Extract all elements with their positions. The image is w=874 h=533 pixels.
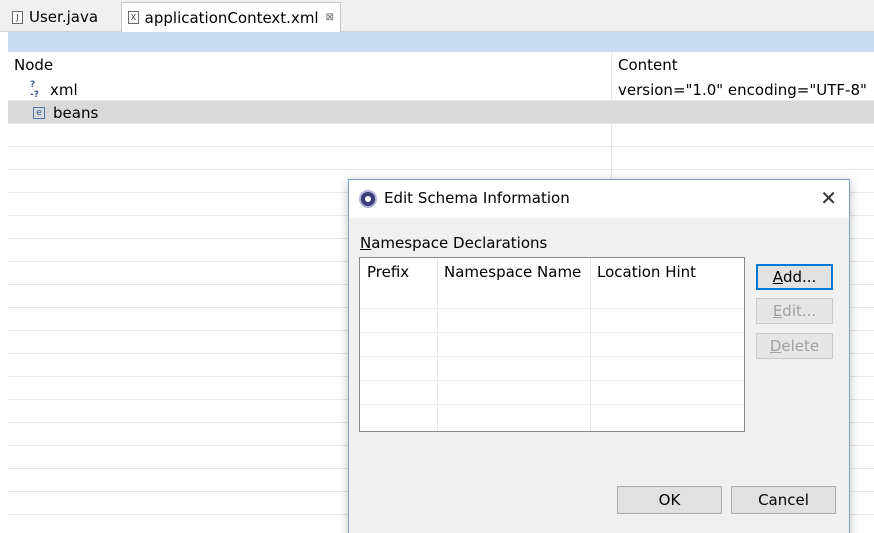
table-row-line — [360, 308, 744, 309]
mnemonic-char: D — [769, 337, 782, 355]
button-label: dd... — [782, 268, 817, 286]
tree-row-empty — [8, 147, 874, 170]
add-button[interactable]: Add... — [756, 264, 833, 290]
content-cell: version="1.0" encoding="UTF-8" — [618, 81, 867, 99]
close-tab-icon[interactable]: ⊠ — [326, 12, 334, 23]
java-file-icon: J — [12, 10, 23, 24]
mnemonic-char: E — [772, 302, 783, 320]
column-header-namespace-name[interactable]: Namespace Name — [444, 263, 581, 281]
tab-user-java[interactable]: J User.java — [6, 2, 118, 32]
column-header-node[interactable]: Node — [14, 56, 53, 74]
mnemonic-char: N — [360, 234, 372, 252]
cancel-button[interactable]: Cancel — [731, 486, 836, 514]
table-column-divider — [590, 258, 591, 431]
namespace-table[interactable]: Prefix Namespace Name Location Hint — [359, 257, 745, 432]
processing-instruction-icon: ?-? — [30, 80, 39, 100]
mnemonic-char: A — [772, 268, 783, 286]
editor-header-strip — [8, 32, 874, 52]
node-name: beans — [53, 104, 99, 122]
ok-button[interactable]: OK — [617, 486, 722, 514]
delete-button[interactable]: Delete — [756, 333, 833, 359]
element-icon: e — [33, 107, 45, 119]
dialog-title: Edit Schema Information — [384, 189, 570, 207]
close-icon[interactable]: ✕ — [820, 186, 837, 210]
edit-schema-information-dialog: Edit Schema Information ✕ Namespace Decl… — [348, 179, 850, 533]
table-row-line — [360, 380, 744, 381]
xml-file-icon: X — [128, 11, 139, 24]
tree-row-beans[interactable]: e beans — [8, 101, 874, 124]
editor-tab-bar: J User.java X applicationContext.xml ⊠ — [0, 0, 874, 32]
eclipse-icon — [359, 190, 377, 208]
node-cell: ?-? xml — [30, 79, 78, 101]
tree-row-empty — [8, 124, 874, 147]
edit-button[interactable]: Edit... — [756, 298, 833, 324]
column-header-prefix[interactable]: Prefix — [367, 263, 409, 281]
button-label: dit... — [782, 302, 817, 320]
node-cell: e beans — [30, 102, 98, 124]
node-name: xml — [50, 81, 78, 99]
tab-label: User.java — [29, 8, 99, 26]
table-row-line — [360, 332, 744, 333]
tree-row-xml[interactable]: ?-? xml version="1.0" encoding="UTF-8" — [8, 78, 874, 101]
tab-label: applicationContext.xml — [144, 8, 319, 27]
table-row-line — [360, 356, 744, 357]
dialog-title-bar[interactable]: Edit Schema Information ✕ — [349, 180, 849, 218]
column-header-location-hint[interactable]: Location Hint — [597, 263, 696, 281]
column-header-content[interactable]: Content — [618, 56, 678, 74]
label-text: amespace Declarations — [371, 234, 548, 252]
button-label: elete — [781, 337, 820, 355]
tab-application-context-xml[interactable]: X applicationContext.xml ⊠ — [121, 2, 341, 32]
namespace-declarations-label: Namespace Declarations — [360, 234, 547, 252]
table-row-line — [360, 404, 744, 405]
table-column-divider — [437, 258, 438, 431]
